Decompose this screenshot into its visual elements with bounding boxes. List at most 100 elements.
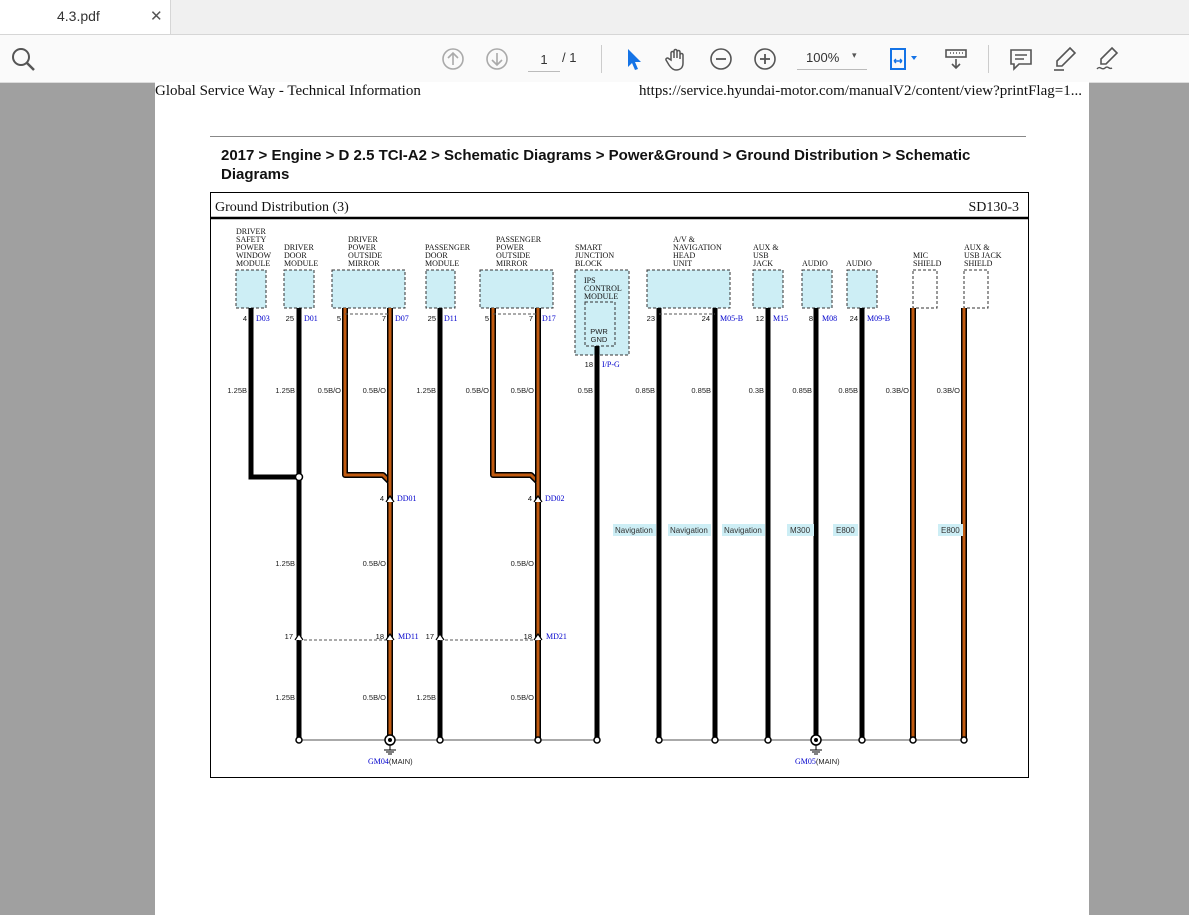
svg-text:12: 12 xyxy=(756,314,764,323)
svg-text:0.3B/O: 0.3B/O xyxy=(937,386,961,395)
diagram-code: SD130-3 xyxy=(968,200,1019,215)
svg-text:23: 23 xyxy=(647,314,655,323)
diagram-title: Ground Distribution (3) xyxy=(215,200,349,215)
svg-text:17: 17 xyxy=(426,632,434,641)
module-box-shield xyxy=(963,269,989,309)
module-box xyxy=(646,269,731,309)
ground-label: GM05(MAIN) xyxy=(795,757,840,766)
schematic-diagram: .lbl { font-family:"Liberation Serif", s… xyxy=(210,192,1029,778)
svg-text:1.25B: 1.25B xyxy=(416,693,436,702)
svg-text:D11: D11 xyxy=(444,314,457,323)
page-fit-icon[interactable] xyxy=(886,44,926,74)
toolbar-divider xyxy=(988,45,989,73)
zoom-out-icon[interactable] xyxy=(706,44,736,74)
svg-text:MD11: MD11 xyxy=(398,632,419,641)
svg-text:I/P-G: I/P-G xyxy=(602,360,620,369)
zoom-in-icon[interactable] xyxy=(750,44,780,74)
module-label: AUDIO xyxy=(846,259,872,268)
svg-text:18: 18 xyxy=(585,360,593,369)
next-page-icon[interactable] xyxy=(482,44,512,74)
svg-text:24: 24 xyxy=(850,314,858,323)
page-total: / 1 xyxy=(562,50,577,65)
svg-text:D01: D01 xyxy=(304,314,318,323)
select-cursor-icon[interactable] xyxy=(619,44,649,74)
svg-text:1.25B: 1.25B xyxy=(227,386,247,395)
svg-text:0.85B: 0.85B xyxy=(691,386,711,395)
page-number-input[interactable] xyxy=(528,47,560,72)
svg-text:Navigation: Navigation xyxy=(615,526,653,535)
svg-text:M09-B: M09-B xyxy=(867,314,890,323)
sign-icon[interactable] xyxy=(1093,44,1123,74)
module-label: DRIVER POWER OUTSIDE MIRROR xyxy=(348,235,382,268)
svg-text:1.25B: 1.25B xyxy=(275,386,295,395)
svg-text:M08: M08 xyxy=(822,314,837,323)
svg-text:E800: E800 xyxy=(941,526,960,535)
toolbar-divider xyxy=(601,45,602,73)
svg-text:Navigation: Navigation xyxy=(724,526,762,535)
ground-label: GM04(MAIN) xyxy=(368,757,413,766)
svg-text:7: 7 xyxy=(382,314,386,323)
module-box xyxy=(801,269,833,309)
highlight-pen-icon[interactable] xyxy=(1050,44,1080,74)
svg-text:0.5B/O: 0.5B/O xyxy=(511,693,535,702)
svg-text:25: 25 xyxy=(286,314,294,323)
svg-text:0.3B: 0.3B xyxy=(749,386,764,395)
svg-text:DD01: DD01 xyxy=(397,494,417,503)
svg-text:0.5B: 0.5B xyxy=(578,386,593,395)
svg-text:0.85B: 0.85B xyxy=(838,386,858,395)
svg-text:D07: D07 xyxy=(395,314,409,323)
svg-text:0.5B/O: 0.5B/O xyxy=(511,559,535,568)
svg-text:5: 5 xyxy=(337,314,341,323)
tab-close-icon[interactable]: ✕ xyxy=(150,7,163,25)
zoom-value: 100% xyxy=(806,50,840,65)
svg-text:0.85B: 0.85B xyxy=(635,386,655,395)
svg-text:M15: M15 xyxy=(773,314,788,323)
svg-text:7: 7 xyxy=(529,314,533,323)
svg-text:18: 18 xyxy=(524,632,532,641)
pdf-page: Global Service Way - Technical Informati… xyxy=(155,82,1089,915)
svg-text:D03: D03 xyxy=(256,314,270,323)
svg-text:17: 17 xyxy=(285,632,293,641)
module-box xyxy=(331,269,406,309)
svg-text:0.85B: 0.85B xyxy=(792,386,812,395)
svg-text:4: 4 xyxy=(380,494,384,503)
svg-text:25: 25 xyxy=(428,314,436,323)
module-box xyxy=(752,269,784,309)
svg-text:0.5B/O: 0.5B/O xyxy=(363,386,387,395)
svg-text:4: 4 xyxy=(243,314,247,323)
svg-text:4: 4 xyxy=(528,494,532,503)
svg-text:8: 8 xyxy=(809,314,813,323)
zoom-dropdown[interactable]: 100% ▾ xyxy=(797,47,867,70)
module-box xyxy=(283,269,315,309)
hand-tool-icon[interactable] xyxy=(662,44,692,74)
svg-text:Navigation: Navigation xyxy=(670,526,708,535)
svg-text:0.5B/O: 0.5B/O xyxy=(363,693,387,702)
page-header-url: https://service.hyundai-motor.com/manual… xyxy=(639,83,1082,99)
module-label: AUDIO xyxy=(802,259,828,268)
svg-text:0.3B/O: 0.3B/O xyxy=(886,386,910,395)
tab-title: 4.3.pdf xyxy=(57,8,100,24)
splice-point xyxy=(294,472,304,482)
document-tab[interactable]: 4.3.pdf ✕ xyxy=(0,0,171,34)
toolbar: / 1 100% ▾ xyxy=(0,35,1189,83)
previous-page-icon[interactable] xyxy=(438,44,468,74)
scroll-mode-icon[interactable] xyxy=(941,44,971,74)
comment-icon[interactable] xyxy=(1006,44,1036,74)
module-box xyxy=(425,269,456,309)
breadcrumb: 2017 > Engine > D 2.5 TCI-A2 > Schematic… xyxy=(221,147,971,183)
svg-text:M05-B: M05-B xyxy=(720,314,743,323)
svg-text:0.5B/O: 0.5B/O xyxy=(466,386,490,395)
module-box xyxy=(846,269,878,309)
svg-text:1.25B: 1.25B xyxy=(416,386,436,395)
svg-text:D17: D17 xyxy=(542,314,556,323)
svg-text:24: 24 xyxy=(702,314,710,323)
tab-bar: 4.3.pdf ✕ xyxy=(0,0,1189,35)
svg-text:0.5B/O: 0.5B/O xyxy=(318,386,342,395)
page-header-left: Global Service Way - Technical Informati… xyxy=(155,83,421,99)
search-icon[interactable] xyxy=(8,44,38,74)
svg-text:M300: M300 xyxy=(790,526,811,535)
svg-text:DD02: DD02 xyxy=(545,494,565,503)
module-box xyxy=(479,269,554,309)
module-box xyxy=(235,269,267,309)
pwr-gnd-label: PWR GND xyxy=(590,327,608,344)
